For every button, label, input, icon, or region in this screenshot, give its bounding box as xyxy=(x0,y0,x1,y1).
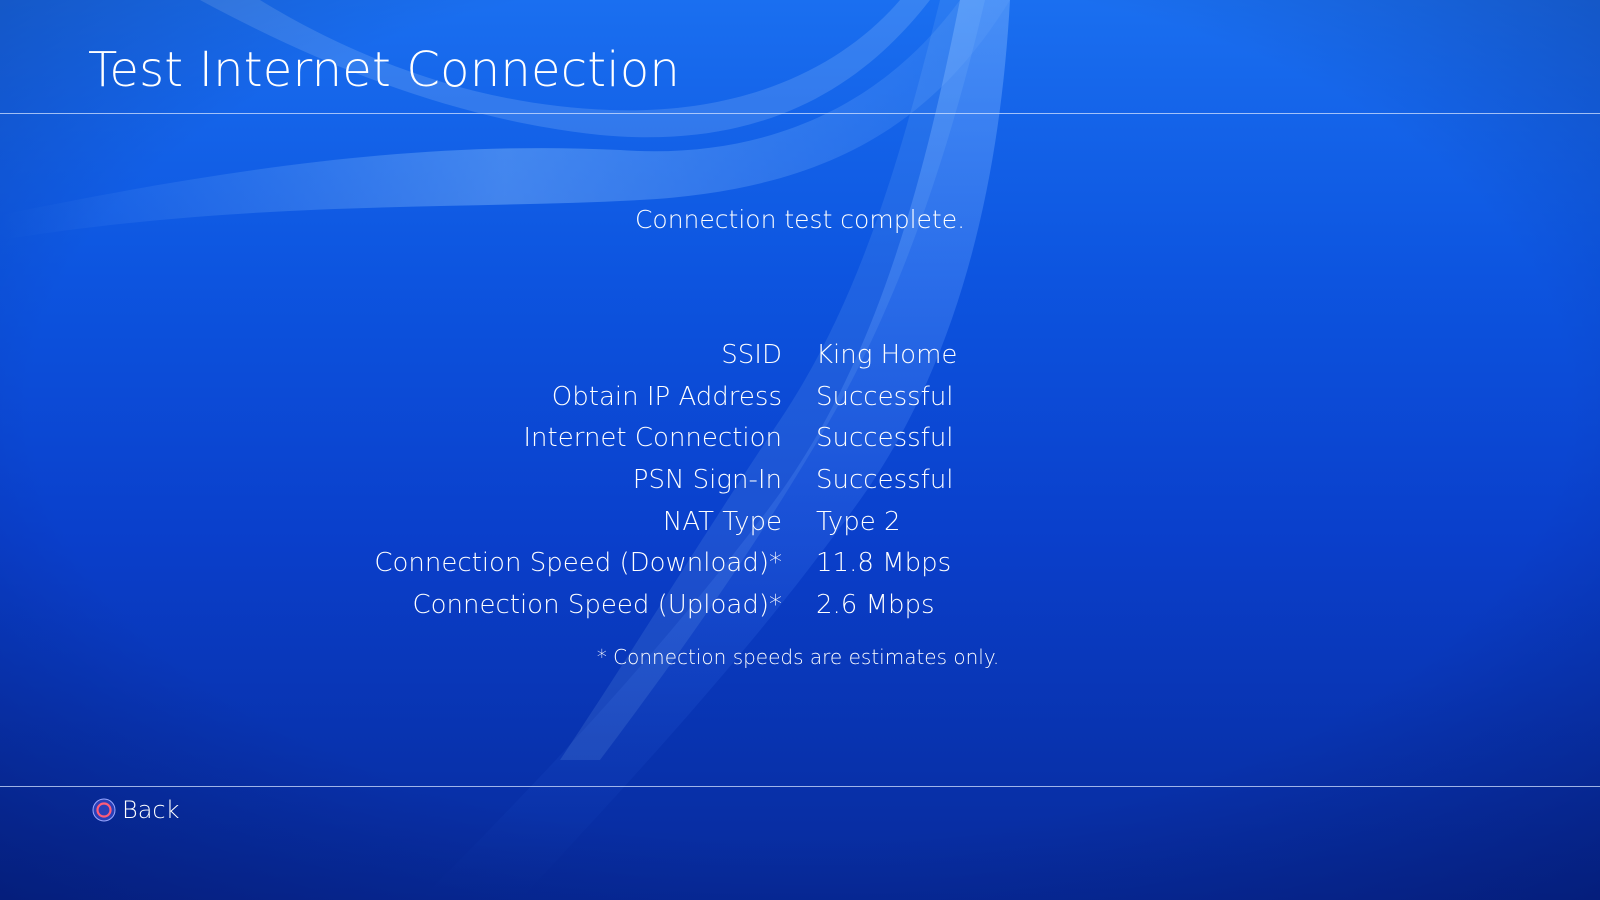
page-title: Test Internet Connection xyxy=(88,42,681,98)
result-value: Successful xyxy=(816,381,954,412)
back-label: Back xyxy=(122,796,180,824)
result-label: Internet Connection xyxy=(523,423,782,454)
result-value: Type 2 xyxy=(816,506,901,537)
back-button[interactable]: Back xyxy=(92,796,180,824)
header: Test Internet Connection xyxy=(0,0,1600,113)
result-value: Successful xyxy=(816,465,954,496)
result-row-obtain-ip: Obtain IP Address Successful xyxy=(0,382,1600,424)
result-label: Obtain IP Address xyxy=(551,381,782,412)
result-value: 11.8 Mbps xyxy=(816,548,952,579)
status-message-text: Connection test complete. xyxy=(634,205,966,234)
result-row-download-speed: Connection Speed (Download)* 11.8 Mbps xyxy=(0,548,1600,590)
result-row-internet-connection: Internet Connection Successful xyxy=(0,423,1600,465)
speed-footnote: * Connection speeds are estimates only. xyxy=(0,645,1600,669)
result-row-upload-speed: Connection Speed (Upload)* 2.6 Mbps xyxy=(0,590,1600,632)
status-message: Connection test complete. xyxy=(0,205,1600,234)
result-value: 2.6 Mbps xyxy=(816,590,935,621)
footer xyxy=(0,787,1600,900)
result-label: PSN Sign-In xyxy=(632,465,782,496)
result-label: Connection Speed (Upload)* xyxy=(412,590,782,621)
result-label: SSID xyxy=(721,340,782,370)
result-label: NAT Type xyxy=(662,506,782,537)
result-row-nat-type: NAT Type Type 2 xyxy=(0,507,1600,549)
circle-button-icon xyxy=(92,798,116,822)
speed-footnote-text: * Connection speeds are estimates only. xyxy=(596,645,1000,669)
header-divider xyxy=(0,113,1600,114)
result-value: Successful xyxy=(816,423,954,454)
result-row-ssid: SSID King Home xyxy=(0,340,1600,382)
result-value: King Home xyxy=(816,340,958,370)
result-label: Connection Speed (Download)* xyxy=(374,548,782,579)
result-row-psn-sign-in: PSN Sign-In Successful xyxy=(0,465,1600,507)
results-list: SSID King Home Obtain IP Address Success… xyxy=(0,340,1600,632)
